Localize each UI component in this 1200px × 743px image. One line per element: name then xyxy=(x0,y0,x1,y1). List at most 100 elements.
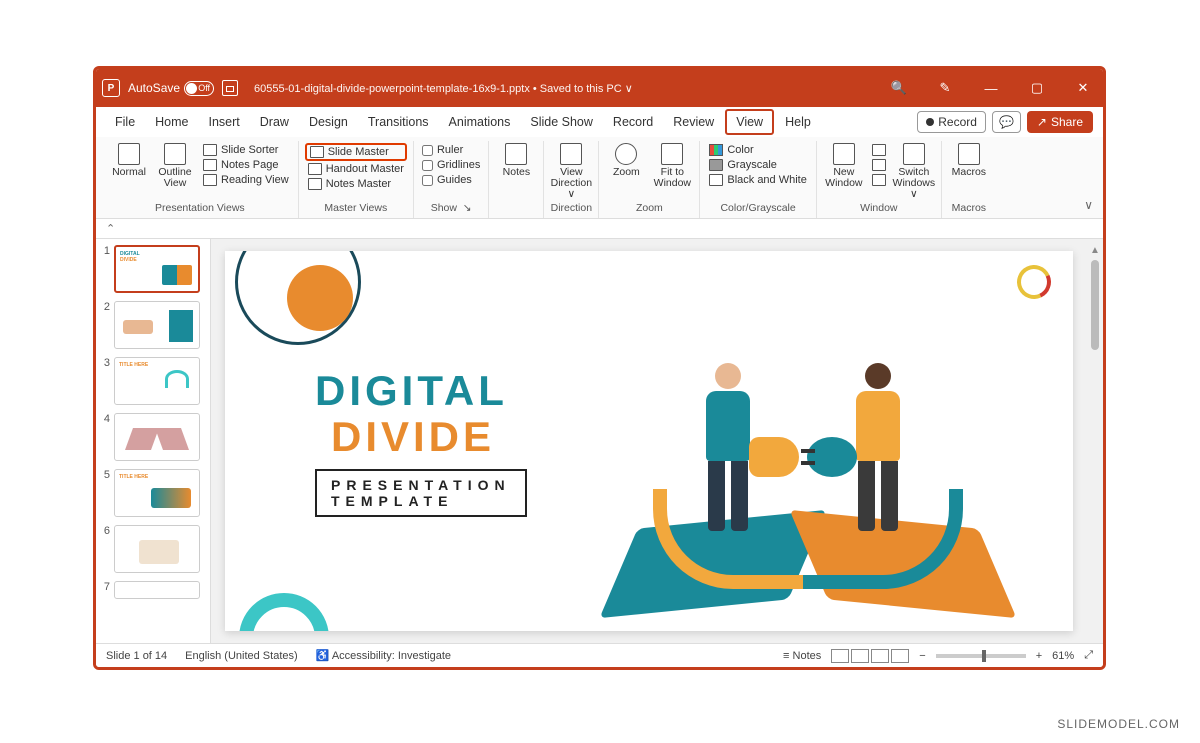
zoom-percent[interactable]: 61% xyxy=(1052,650,1074,662)
fit-screen-icon[interactable]: ⤢ xyxy=(1084,649,1093,662)
gridlines-checkbox[interactable]: Gridlines xyxy=(420,158,482,172)
normal-icon xyxy=(118,143,140,165)
menu-bar: File Home Insert Draw Design Transitions… xyxy=(96,107,1103,137)
thumbnail-2[interactable] xyxy=(114,301,200,349)
scrollbar-thumb[interactable] xyxy=(1091,260,1099,350)
slide-illustration xyxy=(563,319,1043,631)
switch-windows-button[interactable]: Switch Windows ∨ xyxy=(893,143,935,200)
group-presentation-views: Normal Outline View Slide Sorter Notes P… xyxy=(102,141,299,218)
reading-view-icon[interactable] xyxy=(871,649,889,663)
thumbnail-6[interactable] xyxy=(114,525,200,573)
tab-file[interactable]: File xyxy=(106,111,144,133)
reading-icon xyxy=(203,174,217,186)
reading-view-button[interactable]: Reading View xyxy=(200,173,292,187)
record-button[interactable]: Record xyxy=(917,111,986,133)
thumbnail-5[interactable]: TITLE HERE xyxy=(114,469,200,517)
thumbnail-3[interactable]: TITLE HERE xyxy=(114,357,200,405)
handout-master-button[interactable]: Handout Master xyxy=(305,162,407,176)
tab-view[interactable]: View xyxy=(725,109,774,135)
split-button[interactable] xyxy=(869,173,889,187)
arrange-all-button[interactable] xyxy=(869,143,889,157)
thumb-number: 2 xyxy=(100,301,110,349)
collapse-ribbon-icon[interactable]: ∨ xyxy=(1084,141,1097,218)
document-title[interactable]: 60555-01-digital-divide-powerpoint-templ… xyxy=(254,82,633,95)
tab-home[interactable]: Home xyxy=(146,111,197,133)
color-icon xyxy=(709,144,723,156)
ruler-checkbox[interactable]: Ruler xyxy=(420,143,482,157)
group-notes: Notes xyxy=(489,141,544,218)
slide-canvas[interactable]: DIGITAL DIVIDE PRESENTATION TEMPLATE xyxy=(225,251,1073,631)
toggle-switch[interactable]: Off xyxy=(184,81,214,96)
zoom-button[interactable]: Zoom xyxy=(605,143,647,178)
maximize-button[interactable]: ▢ xyxy=(1023,77,1051,99)
thumb-number: 7 xyxy=(100,581,110,599)
tab-animations[interactable]: Animations xyxy=(440,111,520,133)
notes-page-button[interactable]: Notes Page xyxy=(200,158,292,172)
sorter-view-icon[interactable] xyxy=(851,649,869,663)
status-language[interactable]: English (United States) xyxy=(185,650,298,662)
notes-toggle[interactable]: ≡ Notes xyxy=(783,650,821,662)
cascade-button[interactable] xyxy=(869,158,889,172)
plug-orange xyxy=(749,437,799,477)
status-slide-count[interactable]: Slide 1 of 14 xyxy=(106,650,167,662)
tab-insert[interactable]: Insert xyxy=(200,111,249,133)
slide-sorter-button[interactable]: Slide Sorter xyxy=(200,143,292,157)
autosave-toggle[interactable]: AutoSave Off xyxy=(128,81,214,96)
tab-slideshow[interactable]: Slide Show xyxy=(521,111,602,133)
view-mode-buttons xyxy=(831,649,909,663)
notes-button[interactable]: Notes xyxy=(495,143,537,178)
slide-thumbnails-panel[interactable]: 1DIGITALDIVIDE 2 3TITLE HERE 4 5TITLE HE… xyxy=(96,239,211,643)
save-icon[interactable] xyxy=(222,80,238,96)
tab-review[interactable]: Review xyxy=(664,111,723,133)
group-macros: Macros Macros xyxy=(942,141,996,218)
normal-view-button[interactable]: Normal xyxy=(108,143,150,178)
minimize-button[interactable]: — xyxy=(977,77,1005,99)
record-dot-icon xyxy=(926,118,934,126)
group-window: New Window Switch Windows ∨ Window xyxy=(817,141,942,218)
comments-button[interactable]: 💬 xyxy=(992,111,1021,133)
color-button[interactable]: Color xyxy=(706,143,809,157)
tab-transitions[interactable]: Transitions xyxy=(359,111,438,133)
ribbon-collapse-row: ⌃ xyxy=(96,219,1103,239)
titlebar: P AutoSave Off 60555-01-digital-divide-p… xyxy=(96,69,1103,107)
fit-window-button[interactable]: Fit to Window xyxy=(651,143,693,189)
new-window-button[interactable]: New Window xyxy=(823,143,865,189)
slideshow-view-icon[interactable] xyxy=(891,649,909,663)
outline-view-button[interactable]: Outline View xyxy=(154,143,196,189)
notes-master-button[interactable]: Notes Master xyxy=(305,177,407,191)
grayscale-button[interactable]: Grayscale xyxy=(706,158,809,172)
thumb-number: 4 xyxy=(100,413,110,461)
scroll-up-icon[interactable]: ▲ xyxy=(1090,245,1100,256)
bw-button[interactable]: Black and White xyxy=(706,173,809,187)
thumbnail-4[interactable] xyxy=(114,413,200,461)
draw-mode-icon[interactable]: ✎ xyxy=(931,77,959,99)
tab-draw[interactable]: Draw xyxy=(251,111,298,133)
thumbnail-7[interactable] xyxy=(114,581,200,599)
direction-icon xyxy=(560,143,582,165)
chevron-up-icon[interactable]: ⌃ xyxy=(106,222,115,235)
close-button[interactable]: ✕ xyxy=(1069,77,1097,99)
search-icon[interactable]: 🔍 xyxy=(885,77,913,99)
thumb-number: 6 xyxy=(100,525,110,573)
person-left xyxy=(683,363,773,543)
newwindow-icon xyxy=(833,143,855,165)
status-accessibility[interactable]: ♿ Accessibility: Investigate xyxy=(316,649,451,662)
thumbnail-1[interactable]: DIGITALDIVIDE xyxy=(114,245,200,293)
zoom-slider[interactable] xyxy=(936,654,1026,658)
share-button[interactable]: ↗Share xyxy=(1027,111,1093,133)
zoom-out-button[interactable]: − xyxy=(919,650,925,662)
tab-record[interactable]: Record xyxy=(604,111,662,133)
handoutmaster-icon xyxy=(308,163,322,175)
slide-master-button[interactable]: Slide Master xyxy=(305,143,407,161)
guides-checkbox[interactable]: Guides xyxy=(420,173,482,187)
view-direction-button[interactable]: View Direction ∨ xyxy=(550,143,592,200)
notesmaster-icon xyxy=(308,178,322,190)
cascade-icon xyxy=(872,159,886,171)
fit-icon xyxy=(661,143,683,165)
tab-design[interactable]: Design xyxy=(300,111,357,133)
vertical-scrollbar[interactable]: ▲ xyxy=(1087,239,1103,643)
macros-button[interactable]: Macros xyxy=(948,143,990,178)
normal-view-icon[interactable] xyxy=(831,649,849,663)
zoom-in-button[interactable]: + xyxy=(1036,650,1042,662)
tab-help[interactable]: Help xyxy=(776,111,820,133)
